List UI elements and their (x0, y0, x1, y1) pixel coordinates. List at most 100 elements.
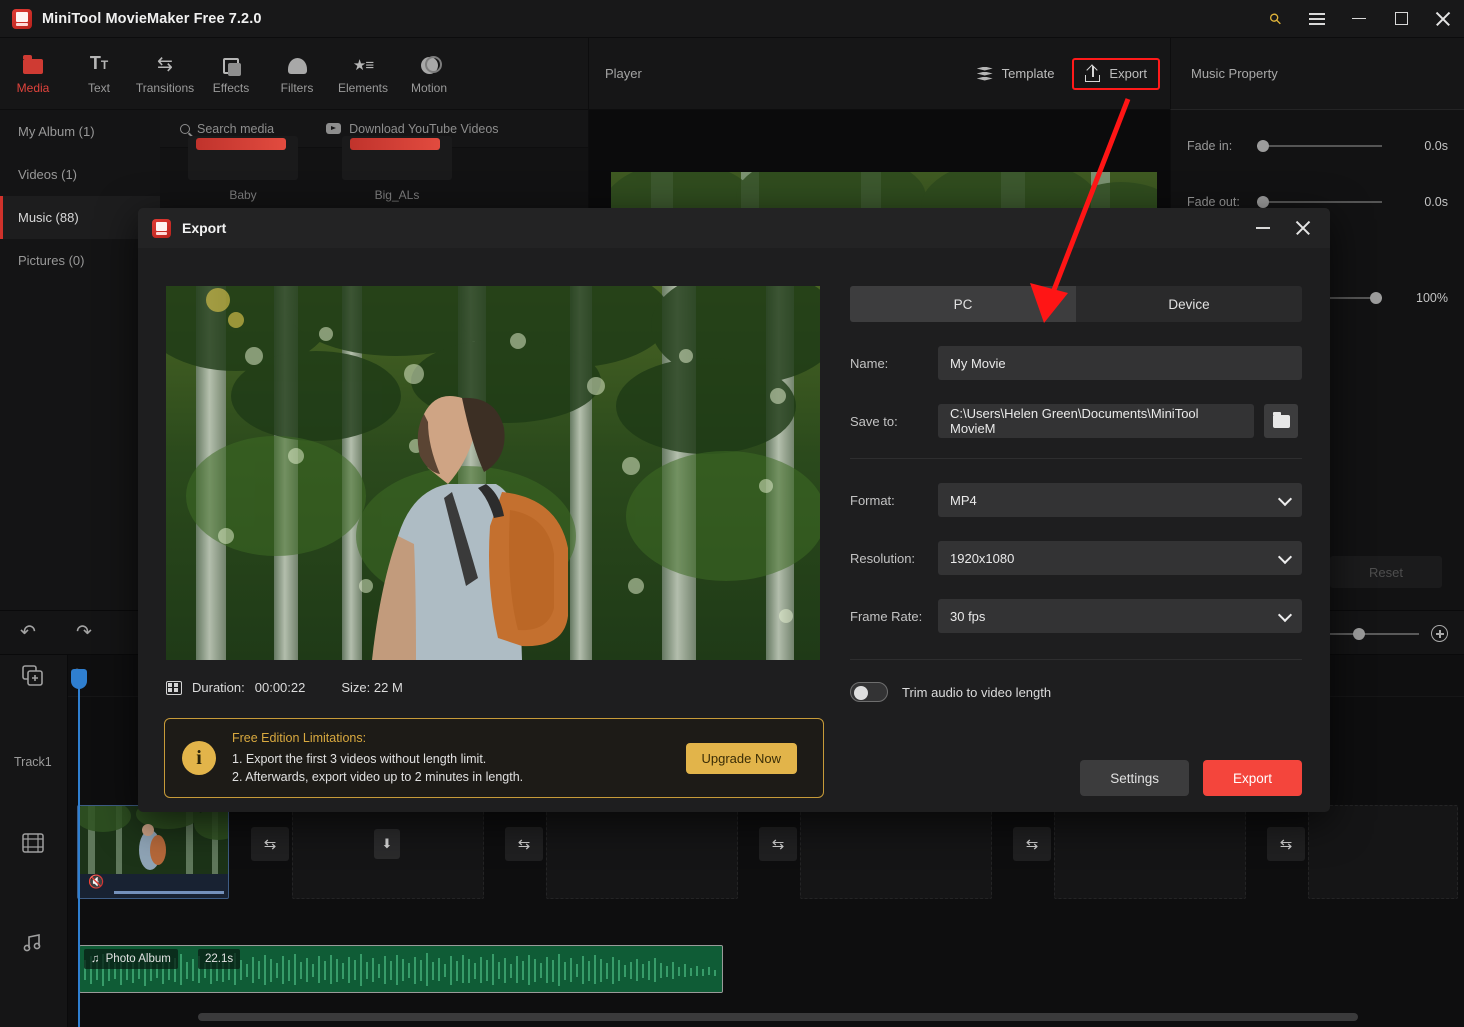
download-slot-icon[interactable]: ⬇ (374, 829, 400, 859)
media-sidebar: My Album (1) Videos (1) Music (88) Pictu… (0, 110, 160, 610)
empty-clip-slot[interactable] (546, 805, 738, 899)
timeline-scrollbar[interactable] (68, 1013, 1458, 1021)
undo-icon[interactable]: ↶ (0, 610, 56, 655)
app-window: MiniTool MovieMaker Free 7.2.0 ⚲ Media T… (0, 0, 1464, 1027)
audio-track-icon[interactable] (22, 933, 46, 957)
tool-elements[interactable]: ★≡ Elements (330, 38, 396, 110)
thumbnail-label: Baby (229, 188, 257, 202)
video-track-icon[interactable] (22, 833, 46, 857)
tool-text[interactable]: TT Text (66, 38, 132, 110)
tool-label: Transitions (135, 81, 195, 95)
name-input[interactable]: My Movie (938, 346, 1302, 380)
empty-clip-slot[interactable] (1054, 805, 1246, 899)
trim-audio-toggle[interactable] (850, 682, 888, 702)
transition-slot[interactable]: ⇆ (759, 827, 797, 861)
add-media-icon[interactable] (22, 665, 46, 689)
export-dialog: Export Duration: 00:00:22 Size: 22 M i F… (138, 208, 1330, 812)
dialog-title: Export (182, 220, 227, 236)
empty-clip-slot[interactable] (1308, 805, 1458, 899)
duration-value: 00:00:22 (254, 680, 306, 695)
volume-value: 100% (1416, 291, 1448, 305)
zoom-slider-knob[interactable] (1353, 627, 1365, 640)
layers-icon (976, 66, 993, 81)
duration-label: Duration: (192, 680, 245, 695)
tab-pc[interactable]: PC (850, 286, 1076, 322)
key-icon[interactable]: ⚲ (1254, 0, 1296, 38)
resolution-value: 1920x1080 (950, 550, 1015, 566)
text-icon: TT (89, 53, 109, 73)
sidebar-item-music[interactable]: Music (88) (0, 196, 160, 239)
media-thumbnail[interactable]: Baby (188, 136, 298, 202)
player-header-actions: Template Export (965, 57, 1170, 90)
audio-clip[interactable]: ♫ Photo Album 22.1s (79, 945, 723, 993)
transition-slot[interactable]: ⇆ (1267, 827, 1305, 861)
redo-icon[interactable]: ↷ (56, 610, 112, 655)
browse-folder-button[interactable] (1264, 404, 1298, 438)
tool-media[interactable]: Media (0, 38, 66, 110)
dialog-minimize-button[interactable] (1244, 208, 1282, 248)
sidebar-item-videos[interactable]: Videos (1) (0, 153, 160, 196)
tool-label: Motion (410, 81, 448, 95)
search-placeholder: Search media (197, 121, 275, 136)
saveto-input[interactable]: C:\Users\Helen Green\Documents\MiniTool … (938, 404, 1254, 438)
sidebar-item-my-album[interactable]: My Album (1) (0, 110, 160, 153)
playhead-grip[interactable] (71, 669, 87, 689)
mute-icon[interactable]: 🔇 (88, 874, 104, 890)
transition-slot[interactable]: ⇆ (251, 827, 289, 861)
download-youtube-button[interactable]: Download YouTube Videos (326, 122, 499, 136)
filters-icon (287, 52, 307, 74)
fade-in-slider[interactable] (1257, 136, 1392, 156)
template-button[interactable]: Template (965, 58, 1067, 89)
reset-button[interactable]: Reset (1330, 556, 1442, 588)
slider-knob[interactable] (1257, 196, 1269, 208)
format-select[interactable]: MP4 (938, 483, 1302, 517)
limitations-heading: Free Edition Limitations: (232, 730, 367, 745)
tool-effects[interactable]: Effects (198, 38, 264, 110)
form-divider-2 (850, 659, 1302, 660)
sidebar-item-pictures[interactable]: Pictures (0) (0, 239, 160, 282)
fade-in-row: Fade in: 0.0s (1171, 126, 1464, 166)
dialog-logo-icon (152, 218, 171, 238)
menu-icon[interactable] (1296, 0, 1338, 38)
video-track[interactable]: 🔇 ⇆ ⬇ ⇆ ⇆ ⇆ ⇆ (68, 805, 1464, 905)
playhead[interactable] (71, 669, 87, 1027)
tab-device[interactable]: Device (1076, 286, 1302, 322)
audio-track[interactable]: ♫ Photo Album 22.1s (68, 945, 1464, 997)
limitations-text: Free Edition Limitations: 1. Export the … (232, 731, 523, 786)
scrollbar-thumb[interactable] (198, 1013, 1358, 1021)
empty-clip-slot[interactable] (800, 805, 992, 899)
tool-filters[interactable]: Filters (264, 38, 330, 110)
maximize-button[interactable] (1380, 0, 1422, 38)
dialog-title-bar: Export (138, 208, 1330, 248)
chevron-down-icon (1277, 491, 1293, 507)
transition-slot[interactable]: ⇆ (505, 827, 543, 861)
zoom-in-icon[interactable] (1431, 625, 1448, 642)
audio-clip-name: Photo Album (105, 953, 171, 965)
tool-label: Effects (212, 81, 250, 95)
search-input[interactable]: Search media (180, 122, 274, 136)
tool-transitions[interactable]: ⇆ Transitions (132, 38, 198, 110)
minimize-button[interactable] (1338, 0, 1380, 38)
film-icon (166, 680, 182, 695)
tool-label: Filters (280, 81, 314, 95)
settings-button[interactable]: Settings (1080, 760, 1189, 796)
saveto-label: Save to: (850, 413, 898, 429)
resolution-select[interactable]: 1920x1080 (938, 541, 1302, 575)
app-title: MiniTool MovieMaker Free 7.2.0 (42, 10, 262, 27)
video-clip[interactable]: 🔇 (77, 805, 229, 899)
player-header: Player Template Export (588, 38, 1170, 110)
framerate-select[interactable]: 30 fps (938, 599, 1302, 633)
upgrade-now-button[interactable]: Upgrade Now (685, 743, 797, 774)
slider-knob[interactable] (1257, 140, 1269, 152)
dialog-export-button[interactable]: Export (1202, 760, 1302, 796)
media-thumbnail[interactable]: Big_ALs (342, 136, 452, 202)
tool-motion[interactable]: Motion (396, 38, 462, 110)
music-property-header: Music Property (1170, 38, 1464, 110)
export-button[interactable]: Export (1072, 57, 1160, 90)
close-button[interactable] (1422, 0, 1464, 38)
transition-slot[interactable]: ⇆ (1013, 827, 1051, 861)
sidebar-item-label: Music (88) (18, 210, 79, 225)
dialog-close-button[interactable] (1284, 208, 1322, 248)
fade-out-label: Fade out: (1187, 195, 1240, 209)
slider-knob[interactable] (1370, 292, 1382, 304)
